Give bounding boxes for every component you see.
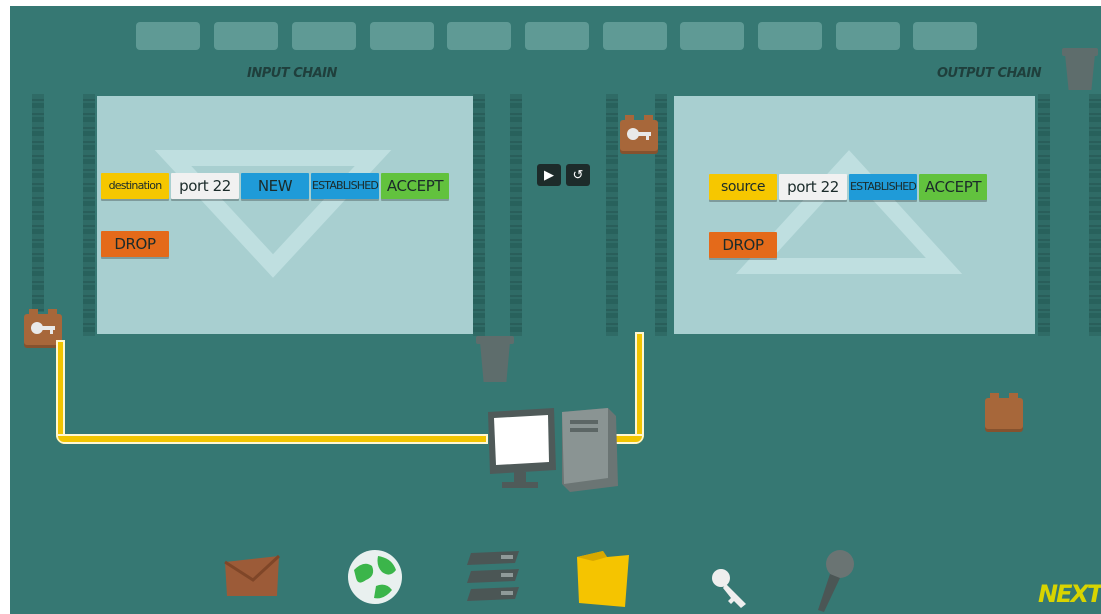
key-icon [627,128,651,140]
state-established-block[interactable]: ESTABLISHED [311,173,379,199]
computer-icon [488,408,618,492]
trash-bin-icon[interactable] [1065,54,1095,90]
rule-slot[interactable] [136,22,200,50]
port-block[interactable]: port 22 [779,174,847,200]
envelope-icon[interactable] [223,554,281,598]
rule-slot[interactable] [525,22,589,50]
empty-packet-box[interactable] [985,393,1023,432]
accept-block[interactable]: ACCEPT [381,173,449,199]
accept-block[interactable]: ACCEPT [919,174,987,200]
input-chain-title: INPUT CHAIN [247,66,337,81]
conveyor-belt [510,94,522,336]
folder-icon[interactable] [573,547,633,609]
down-arrow-watermark-icon [154,150,392,278]
next-button[interactable]: NEXT [1038,580,1101,608]
drop-block[interactable]: DROP [101,231,169,257]
microphone-icon[interactable] [810,548,856,614]
rule-slot[interactable] [447,22,511,50]
up-arrow-watermark-icon [735,150,963,274]
rule-slot[interactable] [836,22,900,50]
trash-bin-icon[interactable] [480,342,510,382]
condition-source-block[interactable]: source [709,174,777,200]
output-chain-title: OUTPUT CHAIN [937,66,1042,81]
rule-slot[interactable] [603,22,667,50]
rule-slot[interactable] [758,22,822,50]
play-button[interactable]: ▶ [537,164,561,186]
conveyor-belt [83,94,95,336]
server-rack-icon[interactable] [465,549,521,609]
condition-destination-block[interactable]: destination [101,173,169,199]
conveyor-belt [1089,94,1101,336]
rule-slot[interactable] [370,22,434,50]
input-chain-panel[interactable] [97,96,473,334]
rule-slot[interactable] [913,22,977,50]
conveyor-belt [606,94,618,336]
state-new-block[interactable]: NEW [241,173,309,199]
conveyor-belt [1038,94,1050,336]
conveyor-belt [473,94,485,336]
state-established-block[interactable]: ESTABLISHED [849,174,917,200]
game-stage: INPUT CHAIN OUTPUT CHAIN destination por… [10,6,1101,614]
rule-slot[interactable] [292,22,356,50]
key-icon[interactable] [708,564,752,608]
key-packet-box[interactable] [620,115,658,154]
output-chain-panel[interactable] [674,96,1035,334]
network-wire [56,434,488,444]
rule-slot[interactable] [680,22,744,50]
globe-icon[interactable] [346,548,404,606]
reset-button[interactable]: ↺ [566,164,590,186]
network-wire [56,340,65,444]
network-wire [635,332,644,444]
conveyor-belt [32,94,44,312]
port-block[interactable]: port 22 [171,173,239,199]
drop-block[interactable]: DROP [709,232,777,258]
rule-slot[interactable] [214,22,278,50]
